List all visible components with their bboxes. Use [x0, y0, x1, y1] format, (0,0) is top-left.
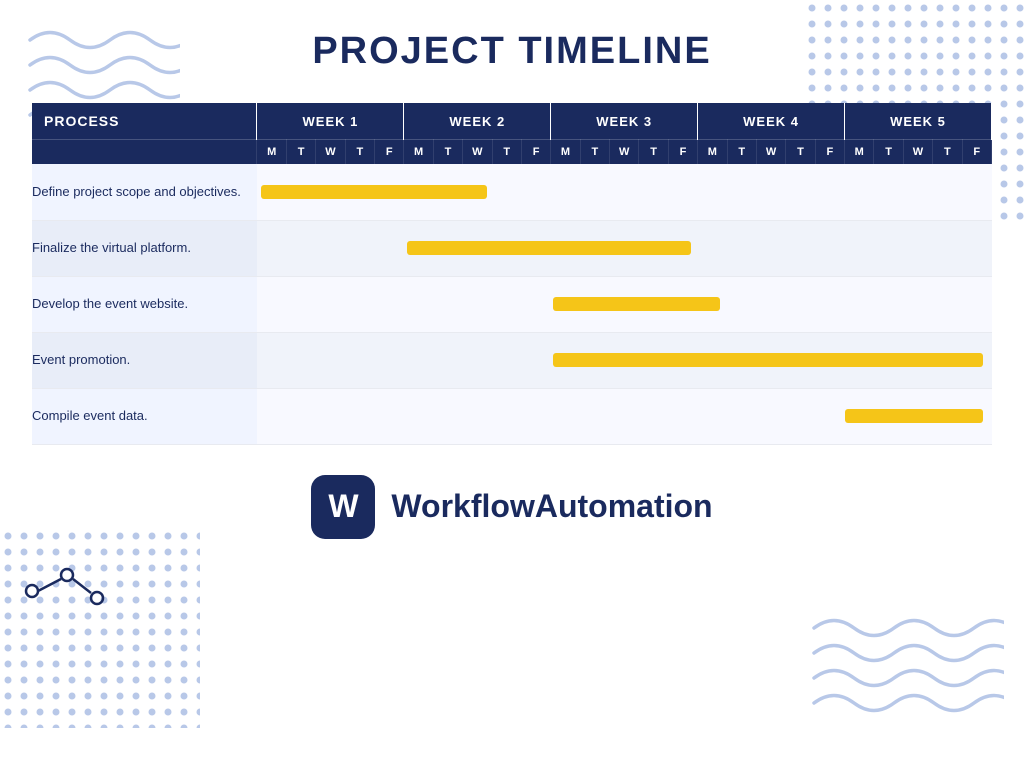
process-day-empty: [32, 140, 257, 165]
gantt-bar: [553, 297, 720, 311]
logo-letter: W: [328, 488, 358, 525]
w3-mon: M: [551, 140, 580, 165]
w3-thu: T: [639, 140, 668, 165]
week-1-header: WEEK 1: [257, 103, 404, 140]
w1-thu: T: [345, 140, 374, 165]
brand-name: WorkflowAutomation: [391, 488, 712, 525]
logo-box: W: [311, 475, 375, 539]
bar-cell: [257, 220, 992, 276]
w2-wed: W: [463, 140, 492, 165]
gantt-body: Define project scope and objectives.Fina…: [32, 164, 992, 444]
gantt-bar: [407, 241, 691, 255]
gantt-bar: [553, 353, 983, 367]
bar-cell: [257, 388, 992, 444]
w4-wed: W: [756, 140, 785, 165]
main-content: PROJECT TIMELINE PROCESS WEEK 1 WEEK 2 W…: [0, 0, 1024, 539]
w5-tue: T: [874, 140, 903, 165]
w4-fri: F: [815, 140, 844, 165]
deco-node-bottom-left: [22, 563, 112, 623]
page-title: PROJECT TIMELINE: [312, 30, 711, 73]
task-label: Define project scope and objectives.: [32, 164, 257, 220]
w5-fri: F: [962, 140, 991, 165]
w5-mon: M: [844, 140, 873, 165]
gantt-row: Event promotion.: [32, 332, 992, 388]
w2-fri: F: [521, 140, 550, 165]
gantt-bar: [261, 185, 487, 199]
gantt-table: PROCESS WEEK 1 WEEK 2 WEEK 3 WEEK 4 WEEK…: [32, 103, 992, 445]
w2-mon: M: [404, 140, 433, 165]
week-2-header: WEEK 2: [404, 103, 551, 140]
w2-thu: T: [492, 140, 521, 165]
bar-cell: [257, 276, 992, 332]
week-5-header: WEEK 5: [844, 103, 991, 140]
gantt-bar: [845, 409, 983, 423]
bar-cell: [257, 332, 992, 388]
w2-tue: T: [433, 140, 462, 165]
task-label: Compile event data.: [32, 388, 257, 444]
w1-fri: F: [375, 140, 404, 165]
deco-waves-bottom-right: [804, 608, 1004, 718]
w4-tue: T: [727, 140, 756, 165]
gantt-row: Define project scope and objectives.: [32, 164, 992, 220]
gantt-header-days: M T W T F M T W T F M T W T F M T W: [32, 140, 992, 165]
footer: W WorkflowAutomation: [311, 475, 712, 539]
process-col-header: PROCESS: [32, 103, 257, 140]
w3-fri: F: [668, 140, 697, 165]
w4-mon: M: [698, 140, 727, 165]
gantt-header-weeks: PROCESS WEEK 1 WEEK 2 WEEK 3 WEEK 4 WEEK…: [32, 103, 992, 140]
week-4-header: WEEK 4: [698, 103, 845, 140]
w5-wed: W: [903, 140, 932, 165]
w3-wed: W: [609, 140, 638, 165]
week-3-header: WEEK 3: [551, 103, 698, 140]
w1-mon: M: [257, 140, 286, 165]
gantt-row: Compile event data.: [32, 388, 992, 444]
task-label: Develop the event website.: [32, 276, 257, 332]
bar-cell: [257, 164, 992, 220]
deco-dots-bottom-left: [0, 528, 200, 728]
w1-tue: T: [286, 140, 315, 165]
w5-thu: T: [933, 140, 962, 165]
w3-tue: T: [580, 140, 609, 165]
w4-thu: T: [786, 140, 815, 165]
w1-wed: W: [316, 140, 345, 165]
task-label: Finalize the virtual platform.: [32, 220, 257, 276]
task-label: Event promotion.: [32, 332, 257, 388]
gantt-row: Develop the event website.: [32, 276, 992, 332]
gantt-row: Finalize the virtual platform.: [32, 220, 992, 276]
